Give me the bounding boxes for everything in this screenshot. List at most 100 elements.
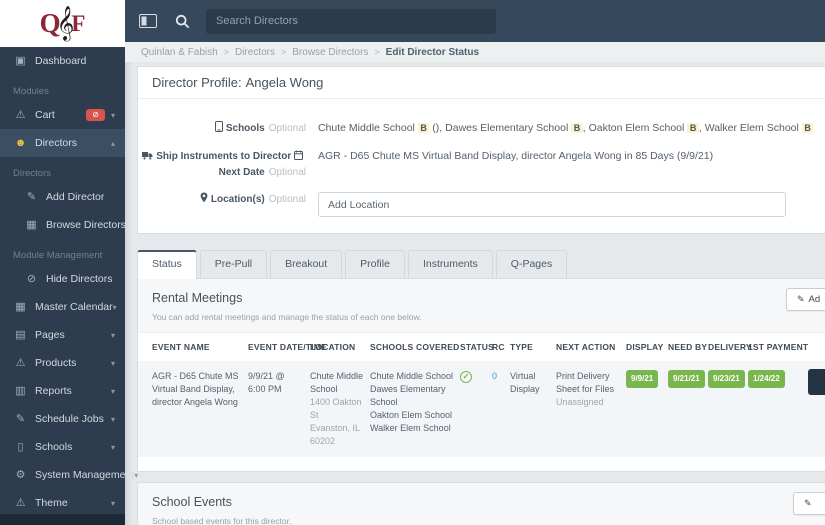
sidebar-section-modules: Modules (13, 86, 49, 97)
gears-icon: ⚙ (15, 468, 26, 481)
phone-icon: ▯ (17, 440, 24, 453)
warning-icon: ⚠ (15, 356, 26, 369)
page-title: Director Profile: Angela Wong (138, 67, 825, 99)
sidebar-item-schedule-jobs[interactable]: ✎ Schedule Jobs ▾ (0, 405, 125, 433)
col-status: STATUS (460, 342, 494, 352)
app-window: Q 𝄞 F ▣ Dashboard Modules ⚠ Cart ⊘ ▾ ☻ D… (0, 0, 825, 525)
breadcrumb-directors[interactable]: Directors (235, 47, 275, 58)
col-event-name: EVENT NAME (152, 342, 210, 352)
first-payment-date-badge: 1/24/22 (748, 370, 785, 388)
schools-label: Schools (225, 123, 265, 134)
map-pin-icon (200, 192, 208, 208)
sidebar-item-products[interactable]: ⚠ Products ▾ (0, 349, 125, 377)
optional-tag: Optional (268, 194, 306, 205)
sidebar-item-master-calendar[interactable]: ▦ Master Calendar ▾ (0, 293, 125, 321)
breadcrumb-separator: > (374, 47, 380, 57)
sidebar-footer (0, 514, 125, 525)
tab-instruments[interactable]: Instruments (407, 250, 493, 278)
truck-icon (142, 150, 153, 165)
rental-table-row: AGR - D65 Chute MS Virtual Band Display,… (138, 361, 825, 458)
next-date-label: Next Date (218, 167, 265, 178)
school-badge-icon: B (801, 123, 814, 133)
ship-instruments-value: AGR - D65 Chute MS Virtual Band Display,… (318, 150, 714, 162)
company-logo[interactable]: Q 𝄞 F (0, 0, 125, 47)
sidebar-item-reports[interactable]: ▥ Reports ▾ (0, 377, 125, 405)
chevron-up-icon: ▴ (110, 138, 115, 148)
sidebar-item-add-director[interactable]: ✎ Add Director (0, 183, 125, 211)
school-events-subtitle: School based events for this director. (152, 516, 292, 525)
col-schools-covered: SCHOOLS COVERED (370, 342, 460, 352)
eye-slash-icon: ⊘ (26, 272, 37, 285)
logo-letter-f: F (71, 10, 86, 36)
warning-icon: ⚠ (15, 108, 26, 121)
breadcrumb-browse-directors[interactable]: Browse Directors (292, 47, 368, 58)
search-icon[interactable] (175, 14, 190, 29)
sidebar-toggle-icon[interactable] (139, 14, 157, 28)
breadcrumb-separator: > (223, 47, 229, 57)
tab-status[interactable]: Status (137, 250, 197, 279)
col-display: DISPLAY (626, 342, 664, 352)
chevron-down-icon: ▾ (110, 386, 115, 396)
sidebar-item-browse-directors[interactable]: ▦ Browse Directors (0, 211, 126, 239)
dashboard-icon: ▣ (15, 54, 26, 67)
main-content: Director Profile: Angela Wong Schools Opti… (125, 62, 825, 525)
table-icon: ▦ (26, 218, 37, 231)
col-rc: RC (492, 342, 505, 352)
col-need-by: NEED BY (668, 342, 708, 352)
ship-instruments-field-row: Ship Instruments to Director Next Date Op… (138, 146, 825, 180)
add-location-input[interactable] (318, 192, 786, 217)
tab-profile[interactable]: Profile (345, 250, 405, 278)
bar-chart-icon: ▥ (15, 384, 26, 397)
sidebar-section-module-management: Module Management (13, 250, 103, 261)
row-action-button[interactable] (808, 369, 825, 395)
cell-need-by: 9/21/21 (668, 361, 708, 397)
chevron-down-icon: ▾ (112, 302, 117, 312)
col-type: TYPE (510, 342, 534, 352)
cell-rc: 0 (492, 361, 510, 392)
sidebar-item-dashboard[interactable]: ▣ Dashboard (0, 47, 125, 75)
add-meeting-button[interactable]: ✎ Ad (786, 288, 825, 311)
breadcrumb-home[interactable]: Quinlan & Fabish (141, 47, 218, 58)
col-event-datetime: EVENT DATE/TIME (248, 342, 327, 352)
sidebar-item-directors[interactable]: ☻ Directors ▴ (0, 129, 125, 157)
calendar-icon: ▦ (15, 300, 26, 313)
phone-icon (214, 121, 223, 137)
sidebar-item-theme[interactable]: ⚠ Theme ▾ (0, 489, 125, 517)
tab-bar: Status Pre-Pull Breakout Profile Instrum… (137, 250, 825, 279)
school-events-title: School Events (152, 495, 232, 510)
director-profile-panel: Director Profile: Angela Wong Schools Opti… (137, 66, 825, 234)
sidebar-item-schools[interactable]: ▯ Schools ▾ (0, 433, 125, 461)
sidebar-item-pages[interactable]: ▤ Pages ▾ (0, 321, 125, 349)
cart-hidden-badge: ⊘ (86, 109, 105, 121)
pencil-icon: ✎ (804, 498, 812, 509)
schools-field-row: Schools Optional Chute Middle School B (),… (138, 118, 825, 137)
user-icon: ☻ (14, 136, 27, 149)
cell-display: 9/9/21 (626, 361, 668, 397)
rc-count-link[interactable]: 0 (492, 371, 497, 381)
pencil-icon: ✎ (15, 412, 26, 425)
sidebar-item-hide-directors[interactable]: ⊘ Hide Directors (0, 265, 125, 293)
search-input[interactable] (206, 8, 496, 34)
tab-pre-pull[interactable]: Pre-Pull (199, 250, 268, 278)
chevron-down-icon: ▾ (134, 470, 139, 480)
col-delivery: DELIVERY (708, 342, 752, 352)
locations-field-row: Location(s) Optional (138, 189, 825, 217)
tab-q-pages[interactable]: Q-Pages (495, 250, 568, 278)
display-date-badge: 9/9/21 (626, 370, 659, 388)
school-events-panel: School Events School based events for th… (137, 482, 825, 525)
cell-schools-covered: Chute Middle School Dawes Elementary Sch… (370, 371, 454, 434)
schools-value: Chute Middle School B (), Dawes Elementar… (318, 118, 814, 137)
delivery-date-badge: 9/23/21 (708, 370, 745, 388)
chevron-down-icon: ▾ (110, 442, 115, 452)
rental-meetings-title: Rental Meetings (152, 291, 243, 305)
rental-meetings-subtitle: You can add rental meetings and manage t… (152, 312, 422, 322)
sidebar-item-system-management[interactable]: ⚙ System Management ▾ (0, 461, 139, 489)
director-name: Angela Wong (245, 75, 324, 90)
school-badge-icon: B (571, 123, 583, 133)
table-footer-spacer (138, 457, 825, 472)
col-1st-payment: 1ST PAYMENT (748, 342, 809, 352)
add-event-button[interactable]: ✎ (793, 492, 825, 516)
sidebar-item-cart[interactable]: ⚠ Cart ⊘ ▾ (0, 101, 125, 129)
status-check-icon: ✓ (460, 371, 472, 383)
tab-breakout[interactable]: Breakout (270, 250, 343, 278)
